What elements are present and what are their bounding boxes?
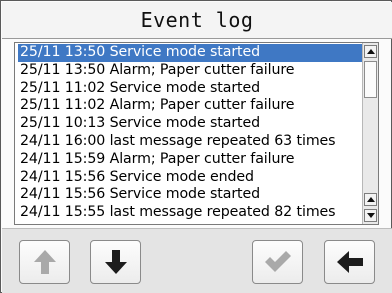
event-log-window: Event log 25/11 13:50 Service mode start… — [0, 0, 392, 293]
scroll-down-button[interactable] — [364, 209, 377, 222]
confirm-button[interactable] — [252, 240, 303, 284]
scroll-up-icon — [366, 197, 375, 202]
back-button[interactable] — [324, 240, 375, 284]
arrow-up-icon — [33, 250, 56, 274]
log-entry[interactable]: 24/11 16:00 last message repeated 63 tim… — [18, 133, 369, 151]
log-entry[interactable]: 25/11 13:50 Alarm; Paper cutter failure — [18, 62, 369, 80]
scroll-up-icon — [366, 49, 375, 54]
log-rows: 25/11 13:50 Service mode started 25/11 1… — [18, 44, 369, 222]
log-entry[interactable]: 25/11 11:02 Service mode started — [18, 80, 369, 98]
log-entry[interactable]: 24/11 15:59 Alarm; Paper cutter failure — [18, 151, 369, 169]
checkmark-icon — [264, 251, 291, 272]
event-log-list[interactable]: 25/11 13:50 Service mode started 25/11 1… — [14, 42, 379, 225]
move-up-button[interactable] — [19, 240, 70, 284]
scroll-down-icon — [366, 213, 375, 218]
log-entry[interactable]: 25/11 13:50 Service mode started — [18, 44, 369, 62]
scrollbar-thumb[interactable] — [364, 61, 377, 98]
log-entry[interactable]: 24/11 15:55 last message repeated 82 tim… — [18, 204, 369, 222]
action-toolbar — [2, 228, 392, 293]
page-up-button[interactable] — [364, 193, 377, 206]
vertical-scrollbar[interactable] — [362, 43, 378, 224]
arrow-left-icon — [336, 251, 363, 273]
scroll-up-button[interactable] — [364, 45, 377, 58]
window-title: Event log — [2, 2, 392, 39]
log-entry[interactable]: 25/11 10:13 Service mode started — [18, 115, 369, 133]
move-down-button[interactable] — [90, 240, 141, 284]
log-entry[interactable]: 24/11 15:56 Service mode ended — [18, 169, 369, 187]
log-entry[interactable]: 24/11 15:56 Service mode started — [18, 186, 369, 204]
arrow-down-icon — [104, 250, 127, 274]
log-entry[interactable]: 25/11 11:02 Alarm; Paper cutter failure — [18, 97, 369, 115]
